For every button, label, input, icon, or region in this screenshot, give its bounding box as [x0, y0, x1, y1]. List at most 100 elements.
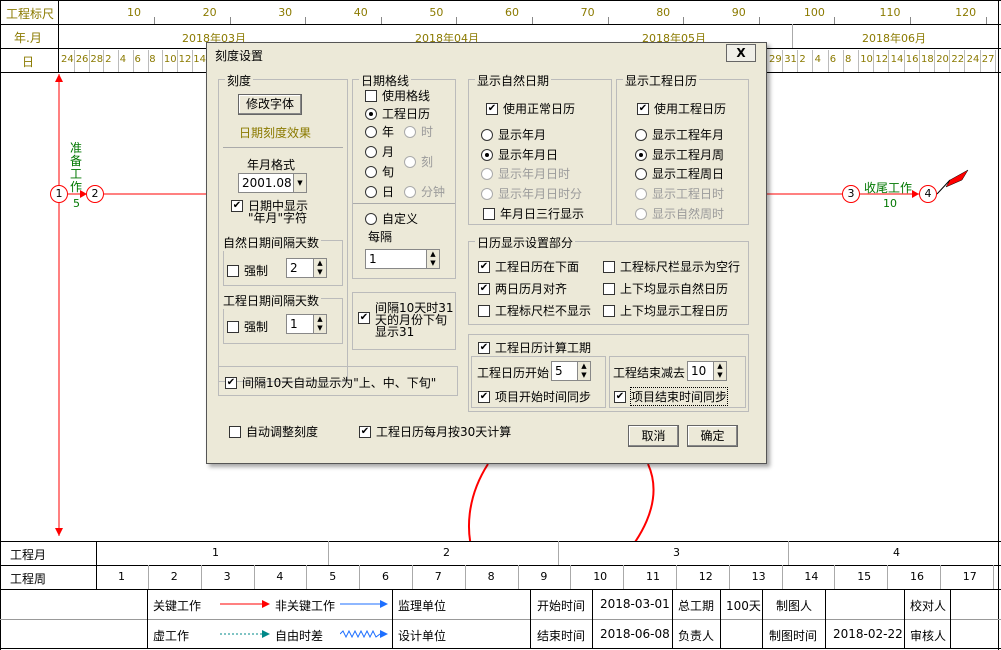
- ruler-title: 工程标尺: [6, 7, 55, 21]
- show-ymd-radio[interactable]: 显示年月日: [481, 146, 558, 163]
- month-label: 2018年06月: [862, 32, 926, 45]
- noncritical-arrow-icon: [340, 600, 388, 608]
- show-ym-text-checkbox[interactable]: ✔ 日期中显示 "年月"字符: [231, 200, 308, 224]
- show-proj-mw-radio[interactable]: 显示工程月周: [635, 146, 724, 163]
- show-proj-ym-radio[interactable]: 显示工程年月: [635, 126, 724, 143]
- day-tick-label: 18: [921, 54, 934, 65]
- node-4[interactable]: 4: [919, 185, 937, 203]
- close-button[interactable]: X: [726, 44, 756, 62]
- proj-week-label: 11: [646, 570, 660, 583]
- day-tick-label: 31: [784, 54, 797, 65]
- hour-radio[interactable]: 时: [404, 123, 433, 140]
- day-tick-label: 20: [936, 54, 949, 65]
- use-proj-calendar-checkbox[interactable]: ✔ 使用工程日历: [637, 100, 726, 117]
- sync-start-checkbox[interactable]: ✔ 项目开始时间同步: [478, 388, 591, 405]
- auto-adjust-checkbox[interactable]: 自动调整刻度: [229, 423, 318, 440]
- show-proj-wd-radio[interactable]: 显示工程周日: [635, 165, 724, 182]
- use-normal-calendar-checkbox[interactable]: ✔ 使用正常日历: [486, 100, 575, 117]
- day-tick-label: 12: [178, 54, 192, 65]
- ok-button[interactable]: 确定: [687, 425, 738, 447]
- month30-checkbox[interactable]: ✔ 工程日历每月按30天计算: [359, 423, 511, 440]
- end-time-label: 结束时间: [537, 629, 586, 643]
- dialog-titlebar[interactable]: 刻度设置 X: [207, 43, 766, 65]
- interval31-checkbox[interactable]: ✔ 间隔10天时31 天的月份下旬 显示31: [358, 302, 454, 338]
- spin-icon[interactable]: ▲ ▼: [313, 258, 327, 278]
- day-tick-label: 2: [799, 54, 806, 65]
- year-radio[interactable]: 年: [365, 123, 394, 140]
- calc-period-checkbox[interactable]: ✔ 工程日历计算工期: [478, 339, 591, 356]
- date-scale-effect: 日期刻度效果: [239, 126, 312, 140]
- proj-week-label: 2: [170, 570, 178, 583]
- both-proj-checkbox[interactable]: 上下均显示工程日历: [603, 302, 728, 319]
- node-3[interactable]: 3: [842, 185, 860, 203]
- show-ymdhm-radio[interactable]: 显示年月日时分: [481, 185, 582, 202]
- ruler-tick-label: 20: [202, 6, 217, 19]
- spin-icon[interactable]: ▲ ▼: [713, 361, 727, 381]
- show-ym-radio[interactable]: 显示年月: [481, 126, 546, 143]
- proj-calendar-radio[interactable]: 工程日历: [365, 105, 430, 122]
- ruler-tick-label: 50: [429, 6, 444, 19]
- proj-week-label: 5: [329, 570, 337, 583]
- xun-radio[interactable]: 旬: [365, 163, 394, 180]
- sync-end-checkbox[interactable]: ✔ 项目结束时间同步: [614, 387, 729, 406]
- proj-month-label: 1: [212, 546, 219, 559]
- ruler-blank-checkbox[interactable]: 工程标尺栏显示为空行: [603, 258, 740, 275]
- day-tick-label: 16: [905, 54, 919, 65]
- use-gridline-checkbox[interactable]: 使用格线: [365, 87, 430, 104]
- three-rows-checkbox[interactable]: 年月日三行显示: [483, 205, 584, 222]
- start-time-value: 2018-03-01: [600, 597, 670, 611]
- end-minus-label: 工程结束减去: [613, 366, 686, 380]
- day-tick-label: 24: [966, 54, 980, 65]
- task-a-name[interactable]: 准备工作: [70, 142, 82, 194]
- node-1[interactable]: 1: [50, 185, 68, 203]
- auto-xun-checkbox[interactable]: ✔ 间隔10天自动显示为"上、中、下旬": [225, 374, 436, 391]
- day-tick-label: 24: [61, 54, 74, 65]
- proj-start-input[interactable]: 5: [551, 361, 578, 381]
- checker-label: 校对人: [910, 599, 947, 613]
- task-b-name[interactable]: 收尾工作: [864, 179, 912, 196]
- proj-below-checkbox[interactable]: ✔ 工程日历在下面: [478, 258, 579, 275]
- proj-interval-input[interactable]: 1: [286, 314, 314, 334]
- cancel-button[interactable]: 取消: [628, 425, 679, 447]
- show-proj-dh-radio[interactable]: 显示工程日时: [635, 185, 724, 202]
- ruler-tick-label: 90: [731, 6, 746, 19]
- show-nat-wh-radio[interactable]: 显示自然周时: [635, 205, 724, 222]
- day-radio[interactable]: 日: [365, 183, 394, 200]
- custom-radio[interactable]: 自定义: [365, 210, 418, 227]
- ruler-hide-checkbox[interactable]: 工程标尺栏不显示: [478, 302, 591, 319]
- modify-font-button[interactable]: 修改字体: [238, 94, 302, 115]
- draw-time-label: 制图时间: [769, 629, 818, 643]
- proj-week-label: 8: [487, 570, 495, 583]
- proj-month-label: 3: [673, 546, 680, 559]
- force-proj-checkbox[interactable]: 强制: [227, 318, 268, 335]
- every-title: 每隔: [368, 230, 393, 244]
- month-radio[interactable]: 月: [365, 143, 394, 160]
- force-natural-checkbox[interactable]: 强制: [227, 262, 268, 279]
- chevron-down-icon[interactable]: ▼: [293, 173, 307, 193]
- day-tick-label: 6: [829, 54, 837, 65]
- ruler-tick-label: 80: [656, 6, 671, 19]
- spin-icon[interactable]: ▲ ▼: [313, 314, 327, 334]
- show-ymdh-radio[interactable]: 显示年月日时: [481, 165, 570, 182]
- owner-label: 负责人: [678, 629, 715, 643]
- day-tick-label: 4: [814, 54, 821, 65]
- proj-week-label: 14: [804, 570, 819, 583]
- two-align-checkbox[interactable]: ✔ 两日历月对齐: [478, 280, 567, 297]
- proj-week-label: 3: [223, 570, 231, 583]
- every-input[interactable]: 1: [365, 249, 427, 269]
- both-natural-checkbox[interactable]: 上下均显示自然日历: [603, 280, 728, 297]
- legend-virtual: 虚工作: [153, 629, 190, 643]
- quarter-radio[interactable]: 刻: [404, 153, 433, 170]
- ruler-tick-label: 70: [580, 6, 595, 19]
- natural-interval-input[interactable]: 2: [286, 258, 314, 278]
- spin-icon[interactable]: ▲ ▼: [426, 249, 440, 269]
- end-minus-input[interactable]: 10: [687, 361, 714, 381]
- spin-icon[interactable]: ▲ ▼: [577, 361, 591, 381]
- node-2[interactable]: 2: [86, 185, 104, 203]
- minute-radio[interactable]: 分钟: [404, 183, 445, 200]
- ruler-tick-label: 30: [278, 6, 293, 19]
- ym-format-select[interactable]: 2001.08: [238, 173, 295, 193]
- proj-week-label: 9: [540, 570, 548, 583]
- proj-week-label: 10: [593, 570, 608, 583]
- legend-noncritical: 非关键工作: [275, 599, 336, 613]
